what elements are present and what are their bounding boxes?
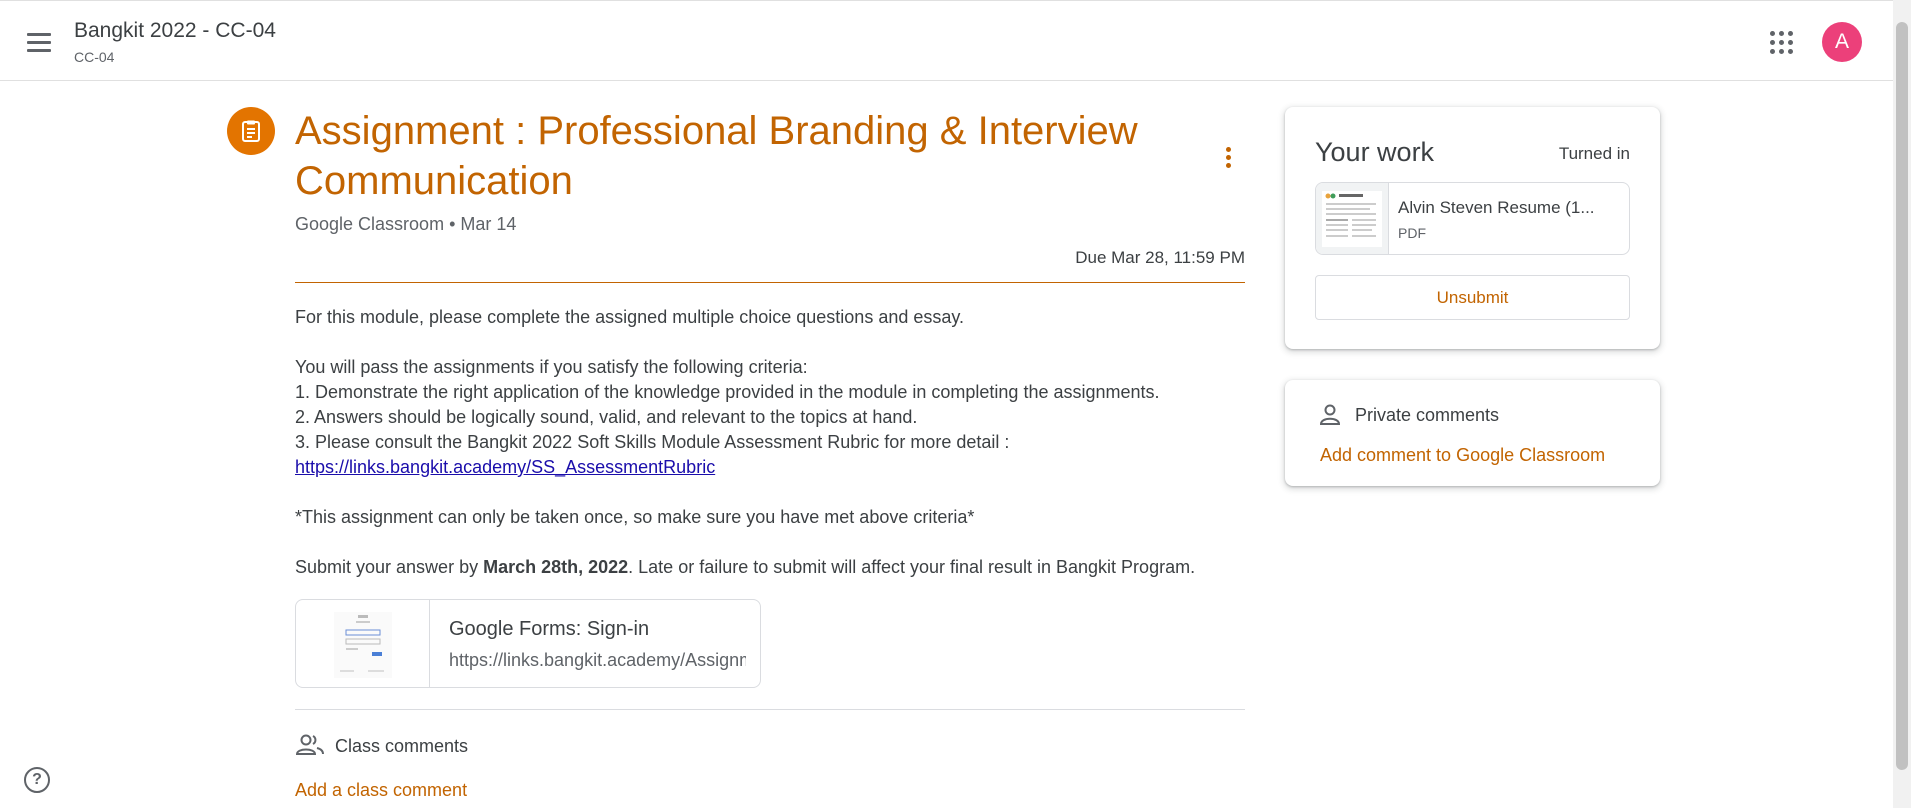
unsubmit-button[interactable]: Unsubmit <box>1315 275 1630 320</box>
attachment-title: Google Forms: Sign-in <box>449 618 650 640</box>
due-date: Due Mar 28, 11:59 PM <box>1075 248 1245 267</box>
person-icon <box>1318 403 1342 432</box>
assignment-title: Assignment : Professional Branding & Int… <box>295 109 1138 203</box>
submitted-file[interactable]: Alvin Steven Resume (1... PDF <box>1315 182 1630 255</box>
class-title[interactable]: Bangkit 2022 - CC-04 <box>74 19 276 43</box>
submit-suffix: . Late or failure to submit will affect … <box>628 557 1196 577</box>
meta-separator: • <box>449 214 461 234</box>
form-preview-image <box>334 612 392 678</box>
top-app-bar: Bangkit 2022 - CC-04 CC-04 A <box>0 0 1893 81</box>
add-private-comment-link[interactable]: Add comment to Google Classroom <box>1320 445 1605 466</box>
scrollbar-thumb[interactable] <box>1896 22 1908 770</box>
assignment-meta: Google Classroom • Mar 14 <box>295 214 516 235</box>
help-icon[interactable]: ? <box>24 767 50 793</box>
file-thumbnail <box>1316 183 1389 254</box>
assignment-description: For this module, please complete the ass… <box>295 305 1255 580</box>
your-work-card: Your work Turned in Alvin Steven Resume … <box>1285 107 1660 349</box>
class-section: CC-04 <box>74 49 115 65</box>
attachment-thumbnail <box>296 600 430 687</box>
file-name: Alvin Steven Resume (1... <box>1398 198 1595 217</box>
comments-divider <box>295 709 1245 710</box>
assignment-icon <box>227 107 275 155</box>
header-divider <box>295 282 1245 283</box>
assignment-note: *This assignment can only be taken once,… <box>295 507 975 527</box>
attachment-url: https://links.bangkit.academy/Assignment <box>449 650 746 670</box>
page-scrollbar[interactable] <box>1893 0 1911 808</box>
class-comments-label: Class comments <box>335 736 469 756</box>
private-comments-label: Private comments <box>1355 405 1500 425</box>
description-intro: For this module, please complete the ass… <box>295 307 965 327</box>
more-options-icon[interactable] <box>1218 143 1238 171</box>
your-work-title: Your work <box>1315 137 1435 167</box>
criteria-item: 1. Demonstrate the right application of … <box>295 382 1160 402</box>
submit-prefix: Submit your answer by <box>295 557 484 577</box>
submit-instructions: Submit your answer by March 28th, 2022. … <box>295 555 1255 580</box>
submit-deadline: March 28th, 2022 <box>483 557 629 577</box>
submission-status: Turned in <box>1558 144 1630 163</box>
people-icon <box>295 733 324 762</box>
file-type: PDF <box>1398 225 1426 241</box>
assignment-date: Mar 14 <box>460 214 517 234</box>
main-menu-icon[interactable] <box>20 25 58 59</box>
google-apps-icon[interactable] <box>1770 31 1794 55</box>
account-avatar[interactable]: A <box>1822 22 1862 62</box>
criteria-item: 3. Please consult the Bangkit 2022 Soft … <box>295 432 1010 452</box>
private-comments-card: Private comments Add comment to Google C… <box>1285 380 1660 486</box>
criteria-intro: You will pass the assignments if you sat… <box>295 357 808 377</box>
assignment-author: Google Classroom <box>295 214 445 234</box>
add-class-comment-link[interactable]: Add a class comment <box>295 780 467 801</box>
criteria-item: 2. Answers should be logically sound, va… <box>295 407 918 427</box>
attachment-card[interactable]: Google Forms: Sign-in https://links.bang… <box>295 599 761 688</box>
pdf-preview-image <box>1322 191 1382 247</box>
rubric-link[interactable]: https://links.bangkit.academy/SS_Assessm… <box>295 457 715 477</box>
